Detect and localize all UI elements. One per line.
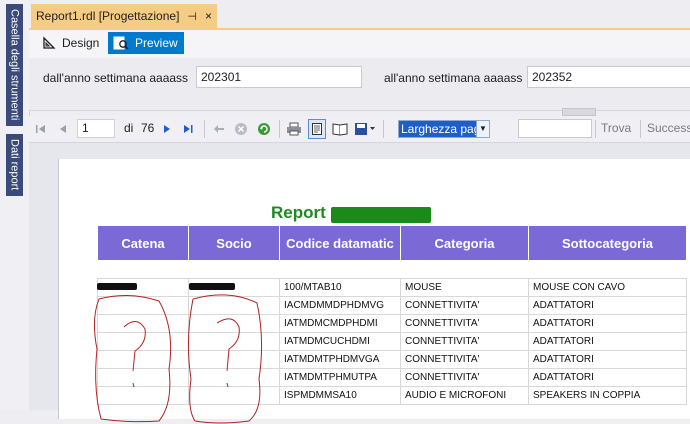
- toolbar-separator: [640, 120, 641, 138]
- toolbar-separator: [595, 120, 596, 138]
- find-input[interactable]: [518, 119, 592, 138]
- param-from-label: dall'anno settimana aaaass: [43, 71, 189, 85]
- report-data-tab[interactable]: Dati report: [6, 134, 23, 196]
- view-switch-bar: Design Preview: [29, 30, 690, 58]
- print-icon[interactable]: [286, 120, 302, 138]
- document-tab-title: Report1.rdl [Progettazione]: [36, 9, 180, 23]
- column-header-categoria: Categoria: [400, 225, 529, 261]
- cell-categoria: CONNETTIVITA': [400, 314, 529, 333]
- toolbar-separator: [383, 120, 384, 138]
- back-icon[interactable]: [212, 120, 226, 138]
- design-label: Design: [62, 36, 100, 50]
- preview-button[interactable]: Preview: [108, 32, 184, 54]
- collapse-parameters-handle[interactable]: [562, 108, 596, 116]
- cell-sottocategoria: ADATTATORI: [528, 296, 687, 315]
- cell-codice: ISPMDMMSA10: [279, 386, 401, 405]
- cell-categoria: CONNETTIVITA': [400, 332, 529, 351]
- cell-sottocategoria: ADATTATORI: [528, 332, 687, 351]
- column-header-codice: Codice datamatic: [279, 225, 401, 261]
- chevron-down-icon[interactable]: ▼: [476, 121, 489, 137]
- report-title: Report: [271, 203, 326, 222]
- last-page-icon[interactable]: [182, 120, 194, 138]
- current-page-input[interactable]: 1: [77, 119, 115, 138]
- param-to-label: all'anno settimana aaaass: [384, 71, 523, 85]
- previous-page-icon[interactable]: [57, 120, 69, 138]
- cell-categoria: CONNETTIVITA': [400, 296, 529, 315]
- cell-codice: IATMDMTPHMUTPA: [279, 368, 401, 387]
- tool-window-rail: Casella degli strumenti Dati report: [0, 0, 30, 410]
- column-header-catena: Catena: [97, 225, 189, 261]
- zoom-value: Larghezza pagina: [399, 121, 481, 137]
- param-from-input[interactable]: 202301: [196, 66, 362, 88]
- column-header-socio: Socio: [188, 225, 280, 261]
- redaction-scribble: [93, 283, 263, 424]
- document-tab[interactable]: Report1.rdl [Progettazione] ⊣ ×: [31, 4, 217, 28]
- export-icon[interactable]: [354, 120, 376, 138]
- table-header-row: Catena Socio Codice datamatic Categoria …: [97, 225, 687, 261]
- cell-codice: IATMDMCMDPHDMI: [279, 314, 401, 333]
- cell-categoria: CONNETTIVITA': [400, 350, 529, 369]
- preview-icon: [113, 36, 129, 50]
- column-header-sottocategoria: Sottocategoria: [528, 225, 687, 261]
- cell-categoria: AUDIO E MICROFONI: [400, 386, 529, 405]
- cell-sottocategoria: ADATTATORI: [528, 350, 687, 369]
- report-page: Report Catena Socio Codice datamatic Cat…: [58, 159, 690, 424]
- stop-icon[interactable]: [234, 120, 248, 138]
- preview-label: Preview: [135, 36, 178, 50]
- next-page-icon[interactable]: [161, 120, 173, 138]
- parameters-panel: dall'anno settimana aaaass 202301 all'an…: [29, 58, 690, 111]
- document-area: Report1.rdl [Progettazione] ⊣ × Design P…: [29, 0, 690, 424]
- close-icon[interactable]: ×: [205, 9, 212, 23]
- toolbar-separator: [204, 120, 205, 138]
- cell-codice: IACMDMMDPHDMVG: [279, 296, 401, 315]
- redacted-title-mark: [331, 207, 431, 223]
- of-label: di: [124, 121, 134, 135]
- param-to-input[interactable]: 202352: [527, 66, 690, 88]
- total-pages: 76: [141, 121, 155, 135]
- toolbar-separator: [279, 120, 280, 138]
- cell-sottocategoria: SPEAKERS IN COPPIA: [528, 386, 687, 405]
- zoom-select[interactable]: Larghezza pagina ▼: [398, 120, 490, 138]
- first-page-icon[interactable]: [35, 120, 47, 138]
- cell-sottocategoria: ADATTATORI: [528, 314, 687, 333]
- cell-codice: 100/MTAB10: [279, 278, 401, 297]
- refresh-icon[interactable]: [257, 120, 271, 138]
- document-tabstrip: Report1.rdl [Progettazione] ⊣ ×: [29, 0, 690, 30]
- toolbox-tab[interactable]: Casella degli strumenti: [6, 4, 23, 126]
- print-layout-icon[interactable]: [308, 119, 326, 139]
- design-ruler-icon: [43, 36, 56, 49]
- report-toolbar: 1 di 76 Larghezza pag ▼ Trova Success: [29, 116, 690, 143]
- cell-categoria: MOUSE: [400, 278, 529, 297]
- cell-categoria: CONNETTIVITA': [400, 368, 529, 387]
- report-viewport: Report Catena Socio Codice datamatic Cat…: [29, 143, 690, 424]
- pin-icon[interactable]: ⊣: [187, 10, 197, 23]
- table-row: [97, 260, 687, 279]
- cell-codice: IATMDMTPHDMVGA: [279, 350, 401, 369]
- design-button[interactable]: Design: [37, 32, 104, 54]
- cell-sottocategoria: MOUSE CON CAVO: [528, 278, 687, 297]
- page-setup-icon[interactable]: [332, 120, 348, 138]
- cell-sottocategoria: ADATTATORI: [528, 368, 687, 387]
- find-link[interactable]: Trova: [601, 121, 631, 135]
- cell-codice: IATMDMCUCHDMI: [279, 332, 401, 351]
- find-next-link[interactable]: Successivo: [647, 121, 690, 135]
